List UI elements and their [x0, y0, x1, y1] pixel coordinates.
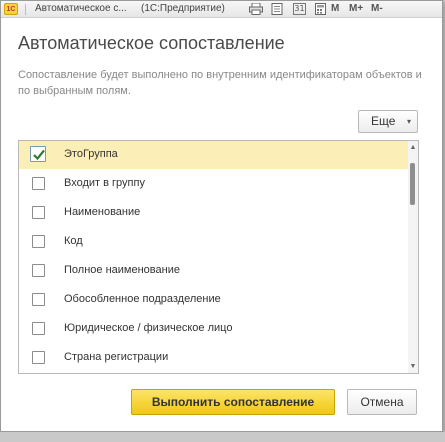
field-label: Наименование [64, 206, 141, 218]
run-matching-button[interactable]: Выполнить сопоставление [131, 389, 335, 415]
field-checkbox[interactable] [32, 177, 45, 190]
scroll-up-icon[interactable]: ▲ [409, 144, 417, 152]
scroll-down-icon[interactable]: ▼ [409, 363, 417, 371]
title-separator [25, 4, 26, 15]
field-label: Обособленное подразделение [64, 293, 221, 305]
app-name: (1С:Предприятие) [141, 3, 225, 14]
field-label: Входит в группу [64, 177, 145, 189]
field-label: Полное наименование [64, 264, 180, 276]
field-checkbox[interactable] [32, 293, 45, 306]
field-checkbox[interactable] [32, 235, 45, 248]
document-icon[interactable] [271, 3, 283, 17]
field-row[interactable]: Страна регистрации [19, 344, 408, 372]
field-row[interactable]: Входит в группу [19, 170, 408, 198]
field-row[interactable]: Наименование [19, 199, 408, 227]
app-logo: 1С [4, 3, 18, 15]
field-label: Страна регистрации [64, 351, 169, 363]
field-row[interactable]: Полное наименование [19, 257, 408, 285]
chevron-down-icon: ▾ [406, 117, 411, 126]
title-bar: 1С Автоматическое с... (1С:Предприятие) … [1, 1, 442, 18]
more-button-label: Еще [371, 114, 396, 128]
field-row[interactable]: Обособленное подразделение [19, 286, 408, 314]
cancel-button[interactable]: Отмена [347, 389, 417, 415]
memory-plus-button[interactable]: M+ [349, 2, 363, 16]
field-checkbox[interactable] [32, 351, 45, 364]
dialog-description: Сопоставление будет выполнено по внутрен… [18, 69, 422, 97]
memory-minus-button[interactable]: M- [371, 2, 383, 16]
dialog-title: Автоматическое сопоставление [18, 33, 285, 53]
field-checkbox[interactable] [32, 322, 45, 335]
field-label: Юридическое / физическое лицо [64, 322, 233, 334]
field-checkbox[interactable] [30, 146, 46, 162]
more-button[interactable]: Еще ▾ [358, 110, 418, 133]
field-label: ЭтоГруппа [64, 148, 118, 160]
field-row[interactable]: Код [19, 228, 408, 256]
memory-button[interactable]: M [331, 2, 339, 16]
scroll-thumb[interactable] [410, 163, 415, 205]
background-strip [0, 432, 445, 442]
field-row-etogruppa[interactable]: ЭтоГруппа [19, 141, 408, 169]
field-checkbox[interactable] [32, 264, 45, 277]
field-row[interactable]: Юридическое / физическое лицо [19, 315, 408, 343]
print-icon[interactable] [249, 3, 263, 17]
field-checkbox[interactable] [32, 206, 45, 219]
calculator-icon[interactable] [315, 3, 326, 17]
list-scrollbar[interactable]: ▲ ▼ [408, 141, 418, 373]
auto-match-dialog: 1С Автоматическое с... (1С:Предприятие) … [0, 0, 443, 432]
field-label: Код [64, 235, 83, 247]
calendar-icon[interactable]: 31 [293, 3, 306, 15]
field-list[interactable]: ЭтоГруппа Входит в группу Наименование К… [18, 140, 419, 374]
window-title: Автоматическое с... [35, 3, 127, 14]
